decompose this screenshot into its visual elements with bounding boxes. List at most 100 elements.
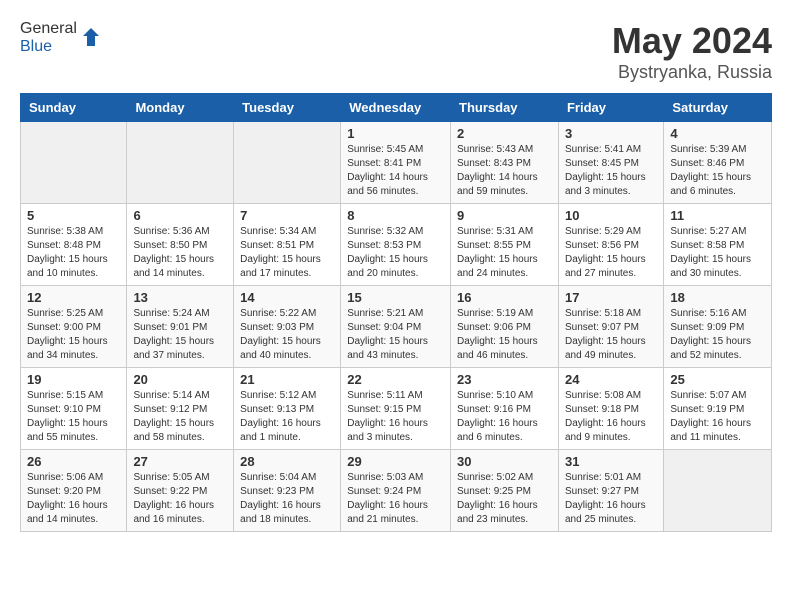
day-number: 9 [457, 208, 552, 223]
calendar-cell: 21 Sunrise: 5:12 AM Sunset: 9:13 PM Dayli… [234, 368, 341, 450]
day-detail: Sunrise: 5:11 AM Sunset: 9:15 PM Dayligh… [347, 389, 444, 445]
day-number: 7 [240, 208, 334, 223]
calendar-cell: 24 Sunrise: 5:08 AM Sunset: 9:18 PM Dayli… [558, 368, 663, 450]
day-detail: Sunrise: 5:38 AM Sunset: 8:48 PM Dayligh… [27, 225, 120, 281]
day-detail: Sunrise: 5:25 AM Sunset: 9:00 PM Dayligh… [27, 307, 120, 363]
day-number: 10 [565, 208, 657, 223]
week-row-1: 1 Sunrise: 5:45 AM Sunset: 8:41 PM Daylig… [21, 122, 772, 204]
day-number: 12 [27, 290, 120, 305]
day-number: 30 [457, 454, 552, 469]
day-number: 1 [347, 126, 444, 141]
day-detail: Sunrise: 5:14 AM Sunset: 9:12 PM Dayligh… [133, 389, 227, 445]
day-detail: Sunrise: 5:45 AM Sunset: 8:41 PM Dayligh… [347, 143, 444, 199]
calendar-cell: 2 Sunrise: 5:43 AM Sunset: 8:43 PM Daylig… [451, 122, 559, 204]
calendar-cell: 19Sunrise: 5:15 AM Sunset: 9:10 PM Dayli… [21, 368, 127, 450]
calendar-cell: 5 Sunrise: 5:38 AM Sunset: 8:48 PM Daylig… [21, 204, 127, 286]
day-number: 26 [27, 454, 120, 469]
day-number: 27 [133, 454, 227, 469]
weekday-header-sunday: Sunday [21, 94, 127, 122]
day-number: 23 [457, 372, 552, 387]
day-number: 11 [670, 208, 765, 223]
day-detail: Sunrise: 5:06 AM Sunset: 9:20 PM Dayligh… [27, 471, 120, 527]
day-number: 2 [457, 126, 552, 141]
day-detail: Sunrise: 5:12 AM Sunset: 9:13 PM Dayligh… [240, 389, 334, 445]
week-row-2: 5 Sunrise: 5:38 AM Sunset: 8:48 PM Daylig… [21, 204, 772, 286]
weekday-header-monday: Monday [127, 94, 234, 122]
day-detail: Sunrise: 5:29 AM Sunset: 8:56 PM Dayligh… [565, 225, 657, 281]
day-number: 25 [670, 372, 765, 387]
day-number: 4 [670, 126, 765, 141]
calendar-cell: 31 Sunrise: 5:01 AM Sunset: 9:27 PM Dayli… [558, 450, 663, 532]
day-detail: Sunrise: 5:41 AM Sunset: 8:45 PM Dayligh… [565, 143, 657, 199]
calendar-cell: 9Sunrise: 5:31 AM Sunset: 8:55 PM Daylig… [451, 204, 559, 286]
day-detail: Sunrise: 5:24 AM Sunset: 9:01 PM Dayligh… [133, 307, 227, 363]
calendar-cell: 6 Sunrise: 5:36 AM Sunset: 8:50 PM Daylig… [127, 204, 234, 286]
calendar-cell: 12 Sunrise: 5:25 AM Sunset: 9:00 PM Dayli… [21, 286, 127, 368]
week-row-4: 19Sunrise: 5:15 AM Sunset: 9:10 PM Dayli… [21, 368, 772, 450]
logo-icon [79, 26, 103, 50]
day-number: 17 [565, 290, 657, 305]
calendar-cell: 14 Sunrise: 5:22 AM Sunset: 9:03 PM Dayli… [234, 286, 341, 368]
weekday-header-tuesday: Tuesday [234, 94, 341, 122]
day-detail: Sunrise: 5:04 AM Sunset: 9:23 PM Dayligh… [240, 471, 334, 527]
day-number: 14 [240, 290, 334, 305]
logo: General Blue [20, 20, 103, 56]
calendar-subtitle: Bystryanka, Russia [612, 62, 772, 83]
calendar-cell: 3Sunrise: 5:41 AM Sunset: 8:45 PM Daylig… [558, 122, 663, 204]
day-detail: Sunrise: 5:21 AM Sunset: 9:04 PM Dayligh… [347, 307, 444, 363]
page-header: General Blue May 2024 Bystryanka, Russia [20, 20, 772, 83]
day-detail: Sunrise: 5:18 AM Sunset: 9:07 PM Dayligh… [565, 307, 657, 363]
calendar-cell: 16Sunrise: 5:19 AM Sunset: 9:06 PM Dayli… [451, 286, 559, 368]
weekday-header-friday: Friday [558, 94, 663, 122]
day-detail: Sunrise: 5:02 AM Sunset: 9:25 PM Dayligh… [457, 471, 552, 527]
week-row-3: 12 Sunrise: 5:25 AM Sunset: 9:00 PM Dayli… [21, 286, 772, 368]
day-number: 28 [240, 454, 334, 469]
day-detail: Sunrise: 5:36 AM Sunset: 8:50 PM Dayligh… [133, 225, 227, 281]
calendar-cell: 28 Sunrise: 5:04 AM Sunset: 9:23 PM Dayli… [234, 450, 341, 532]
day-detail: Sunrise: 5:08 AM Sunset: 9:18 PM Dayligh… [565, 389, 657, 445]
weekday-header-wednesday: Wednesday [341, 94, 451, 122]
calendar-cell: 7Sunrise: 5:34 AM Sunset: 8:51 PM Daylig… [234, 204, 341, 286]
day-number: 31 [565, 454, 657, 469]
title-block: May 2024 Bystryanka, Russia [612, 20, 772, 83]
calendar-cell: 8Sunrise: 5:32 AM Sunset: 8:53 PM Daylig… [341, 204, 451, 286]
day-detail: Sunrise: 5:05 AM Sunset: 9:22 PM Dayligh… [133, 471, 227, 527]
weekday-header-row: SundayMondayTuesdayWednesdayThursdayFrid… [21, 94, 772, 122]
day-detail: Sunrise: 5:32 AM Sunset: 8:53 PM Dayligh… [347, 225, 444, 281]
day-detail: Sunrise: 5:03 AM Sunset: 9:24 PM Dayligh… [347, 471, 444, 527]
day-number: 18 [670, 290, 765, 305]
calendar-cell: 13 Sunrise: 5:24 AM Sunset: 9:01 PM Dayli… [127, 286, 234, 368]
weekday-header-saturday: Saturday [664, 94, 772, 122]
day-detail: Sunrise: 5:01 AM Sunset: 9:27 PM Dayligh… [565, 471, 657, 527]
calendar-cell: 26 Sunrise: 5:06 AM Sunset: 9:20 PM Dayli… [21, 450, 127, 532]
calendar-cell: 20Sunrise: 5:14 AM Sunset: 9:12 PM Dayli… [127, 368, 234, 450]
calendar-cell [21, 122, 127, 204]
day-number: 6 [133, 208, 227, 223]
calendar-cell: 1 Sunrise: 5:45 AM Sunset: 8:41 PM Daylig… [341, 122, 451, 204]
day-number: 16 [457, 290, 552, 305]
calendar-cell: 15 Sunrise: 5:21 AM Sunset: 9:04 PM Dayli… [341, 286, 451, 368]
logo-blue-text: Blue [20, 38, 52, 55]
week-row-5: 26 Sunrise: 5:06 AM Sunset: 9:20 PM Dayli… [21, 450, 772, 532]
day-number: 15 [347, 290, 444, 305]
calendar-cell: 23Sunrise: 5:10 AM Sunset: 9:16 PM Dayli… [451, 368, 559, 450]
calendar-cell: 25Sunrise: 5:07 AM Sunset: 9:19 PM Dayli… [664, 368, 772, 450]
calendar-cell: 17 Sunrise: 5:18 AM Sunset: 9:07 PM Dayli… [558, 286, 663, 368]
day-number: 5 [27, 208, 120, 223]
calendar-cell [234, 122, 341, 204]
calendar-cell: 30 Sunrise: 5:02 AM Sunset: 9:25 PM Dayli… [451, 450, 559, 532]
calendar-cell: 11Sunrise: 5:27 AM Sunset: 8:58 PM Dayli… [664, 204, 772, 286]
calendar-cell: 18 Sunrise: 5:16 AM Sunset: 9:09 PM Dayli… [664, 286, 772, 368]
day-number: 21 [240, 372, 334, 387]
day-detail: Sunrise: 5:22 AM Sunset: 9:03 PM Dayligh… [240, 307, 334, 363]
day-number: 24 [565, 372, 657, 387]
day-detail: Sunrise: 5:43 AM Sunset: 8:43 PM Dayligh… [457, 143, 552, 199]
calendar-cell: 4Sunrise: 5:39 AM Sunset: 8:46 PM Daylig… [664, 122, 772, 204]
calendar-cell: 29Sunrise: 5:03 AM Sunset: 9:24 PM Dayli… [341, 450, 451, 532]
day-detail: Sunrise: 5:16 AM Sunset: 9:09 PM Dayligh… [670, 307, 765, 363]
day-detail: Sunrise: 5:15 AM Sunset: 9:10 PM Dayligh… [27, 389, 120, 445]
day-number: 22 [347, 372, 444, 387]
day-number: 13 [133, 290, 227, 305]
calendar-cell: 22 Sunrise: 5:11 AM Sunset: 9:15 PM Dayli… [341, 368, 451, 450]
calendar-cell: 10 Sunrise: 5:29 AM Sunset: 8:56 PM Dayli… [558, 204, 663, 286]
